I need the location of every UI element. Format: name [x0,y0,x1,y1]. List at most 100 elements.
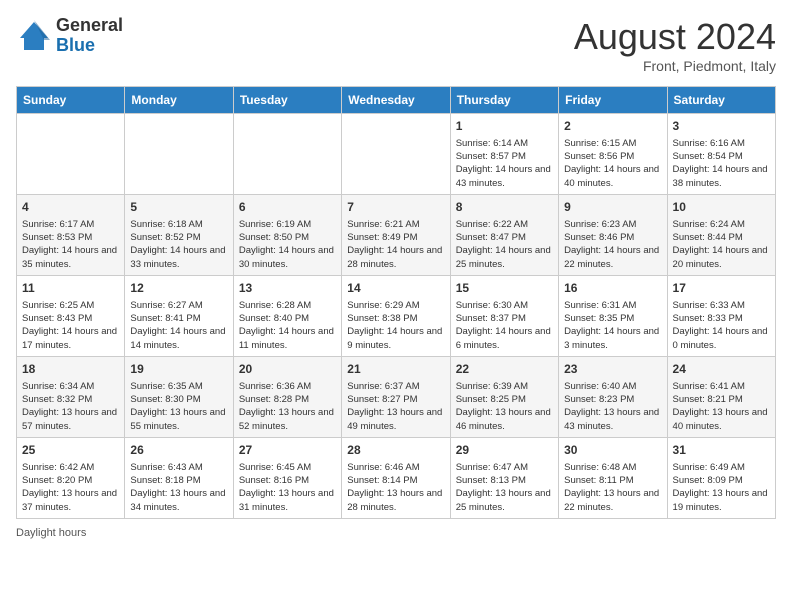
day-number: 1 [456,118,553,135]
calendar-cell: 9 Sunrise: 6:23 AM Sunset: 8:46 PM Daylig… [559,194,667,275]
day-info: Sunrise: 6:23 AM Sunset: 8:46 PM Dayligh… [564,218,661,271]
calendar-cell [233,114,341,195]
week-row-5: 25Sunrise: 6:42 AM Sunset: 8:20 PM Dayli… [17,437,776,518]
calendar-cell: 14 Sunrise: 6:29 AM Sunset: 8:38 PM Dayli… [342,275,450,356]
week-row-4: 18 Sunrise: 6:34 AM Sunset: 8:32 PM Dayli… [17,356,776,437]
day-number: 9 [564,199,661,216]
day-number: 6 [239,199,336,216]
calendar-cell: 10 Sunrise: 6:24 AM Sunset: 8:44 PM Dayli… [667,194,775,275]
logo-icon [16,18,52,54]
day-number: 3 [673,118,770,135]
day-number: 31 [673,442,770,459]
calendar-cell [125,114,233,195]
day-info: Sunrise: 6:40 AM Sunset: 8:23 PM Dayligh… [564,380,661,433]
day-number: 22 [456,361,553,378]
day-info: Sunrise: 6:34 AM Sunset: 8:32 PM Dayligh… [22,380,119,433]
day-number: 13 [239,280,336,297]
day-info: Sunrise: 6:39 AM Sunset: 8:25 PM Dayligh… [456,380,553,433]
day-info: Sunrise: 6:24 AM Sunset: 8:44 PM Dayligh… [673,218,770,271]
day-number: 12 [130,280,227,297]
week-row-3: 11Sunrise: 6:25 AM Sunset: 8:43 PM Dayli… [17,275,776,356]
calendar-cell: 27 Sunrise: 6:45 AM Sunset: 8:16 PM Dayli… [233,437,341,518]
calendar-cell: 11Sunrise: 6:25 AM Sunset: 8:43 PM Dayli… [17,275,125,356]
subtitle: Front, Piedmont, Italy [574,58,776,74]
calendar-cell [17,114,125,195]
logo-blue-text: Blue [56,36,123,56]
week-row-2: 4 Sunrise: 6:17 AM Sunset: 8:53 PM Daylig… [17,194,776,275]
day-number: 17 [673,280,770,297]
day-number: 27 [239,442,336,459]
day-number: 24 [673,361,770,378]
day-number: 28 [347,442,444,459]
header-day-friday: Friday [559,87,667,114]
day-info: Sunrise: 6:29 AM Sunset: 8:38 PM Dayligh… [347,299,444,352]
day-info: Sunrise: 6:17 AM Sunset: 8:53 PM Dayligh… [22,218,119,271]
day-info: Sunrise: 6:46 AM Sunset: 8:14 PM Dayligh… [347,461,444,514]
day-number: 23 [564,361,661,378]
calendar-cell: 25Sunrise: 6:42 AM Sunset: 8:20 PM Dayli… [17,437,125,518]
calendar-table: SundayMondayTuesdayWednesdayThursdayFrid… [16,86,776,519]
calendar-cell [342,114,450,195]
logo: General Blue [16,16,123,56]
header-day-wednesday: Wednesday [342,87,450,114]
footer: Daylight hours [16,527,776,539]
day-info: Sunrise: 6:18 AM Sunset: 8:52 PM Dayligh… [130,218,227,271]
day-info: Sunrise: 6:35 AM Sunset: 8:30 PM Dayligh… [130,380,227,433]
header-day-sunday: Sunday [17,87,125,114]
day-number: 7 [347,199,444,216]
day-info: Sunrise: 6:33 AM Sunset: 8:33 PM Dayligh… [673,299,770,352]
main-title: August 2024 [574,16,776,58]
calendar-cell: 13 Sunrise: 6:28 AM Sunset: 8:40 PM Dayli… [233,275,341,356]
calendar-cell: 26Sunrise: 6:43 AM Sunset: 8:18 PM Dayli… [125,437,233,518]
calendar-cell: 15Sunrise: 6:30 AM Sunset: 8:37 PM Dayli… [450,275,558,356]
header-day-saturday: Saturday [667,87,775,114]
header-row: SundayMondayTuesdayWednesdayThursdayFrid… [17,87,776,114]
calendar-cell: 1 Sunrise: 6:14 AM Sunset: 8:57 PM Daylig… [450,114,558,195]
calendar-cell: 5 Sunrise: 6:18 AM Sunset: 8:52 PM Daylig… [125,194,233,275]
calendar-cell: 16 Sunrise: 6:31 AM Sunset: 8:35 PM Dayli… [559,275,667,356]
calendar-cell: 23 Sunrise: 6:40 AM Sunset: 8:23 PM Dayli… [559,356,667,437]
calendar-cell: 19 Sunrise: 6:35 AM Sunset: 8:30 PM Dayli… [125,356,233,437]
calendar-cell: 18 Sunrise: 6:34 AM Sunset: 8:32 PM Dayli… [17,356,125,437]
day-info: Sunrise: 6:30 AM Sunset: 8:37 PM Dayligh… [456,299,553,352]
header-day-tuesday: Tuesday [233,87,341,114]
calendar-cell: 29 Sunrise: 6:47 AM Sunset: 8:13 PM Dayli… [450,437,558,518]
day-info: Sunrise: 6:37 AM Sunset: 8:27 PM Dayligh… [347,380,444,433]
day-info: Sunrise: 6:28 AM Sunset: 8:40 PM Dayligh… [239,299,336,352]
day-number: 26 [130,442,227,459]
title-block: August 2024 Front, Piedmont, Italy [574,16,776,74]
calendar-cell: 28 Sunrise: 6:46 AM Sunset: 8:14 PM Dayli… [342,437,450,518]
calendar-cell: 22 Sunrise: 6:39 AM Sunset: 8:25 PM Dayli… [450,356,558,437]
day-number: 10 [673,199,770,216]
day-number: 18 [22,361,119,378]
day-info: Sunrise: 6:14 AM Sunset: 8:57 PM Dayligh… [456,137,553,190]
day-info: Sunrise: 6:42 AM Sunset: 8:20 PM Dayligh… [22,461,119,514]
day-info: Sunrise: 6:45 AM Sunset: 8:16 PM Dayligh… [239,461,336,514]
header-day-monday: Monday [125,87,233,114]
calendar-cell: 31Sunrise: 6:49 AM Sunset: 8:09 PM Dayli… [667,437,775,518]
day-info: Sunrise: 6:21 AM Sunset: 8:49 PM Dayligh… [347,218,444,271]
calendar-cell: 2Sunrise: 6:15 AM Sunset: 8:56 PM Daylig… [559,114,667,195]
day-number: 29 [456,442,553,459]
day-number: 5 [130,199,227,216]
calendar-cell: 7 Sunrise: 6:21 AM Sunset: 8:49 PM Daylig… [342,194,450,275]
day-number: 11 [22,280,119,297]
day-info: Sunrise: 6:47 AM Sunset: 8:13 PM Dayligh… [456,461,553,514]
day-number: 8 [456,199,553,216]
day-number: 21 [347,361,444,378]
day-number: 14 [347,280,444,297]
day-number: 4 [22,199,119,216]
day-number: 2 [564,118,661,135]
logo-general-text: General [56,16,123,36]
week-row-1: 1 Sunrise: 6:14 AM Sunset: 8:57 PM Daylig… [17,114,776,195]
day-info: Sunrise: 6:31 AM Sunset: 8:35 PM Dayligh… [564,299,661,352]
day-number: 30 [564,442,661,459]
calendar-cell: 30Sunrise: 6:48 AM Sunset: 8:11 PM Dayli… [559,437,667,518]
day-info: Sunrise: 6:27 AM Sunset: 8:41 PM Dayligh… [130,299,227,352]
day-info: Sunrise: 6:19 AM Sunset: 8:50 PM Dayligh… [239,218,336,271]
day-info: Sunrise: 6:41 AM Sunset: 8:21 PM Dayligh… [673,380,770,433]
day-number: 19 [130,361,227,378]
day-number: 16 [564,280,661,297]
calendar-header: SundayMondayTuesdayWednesdayThursdayFrid… [17,87,776,114]
calendar-cell: 17 Sunrise: 6:33 AM Sunset: 8:33 PM Dayli… [667,275,775,356]
